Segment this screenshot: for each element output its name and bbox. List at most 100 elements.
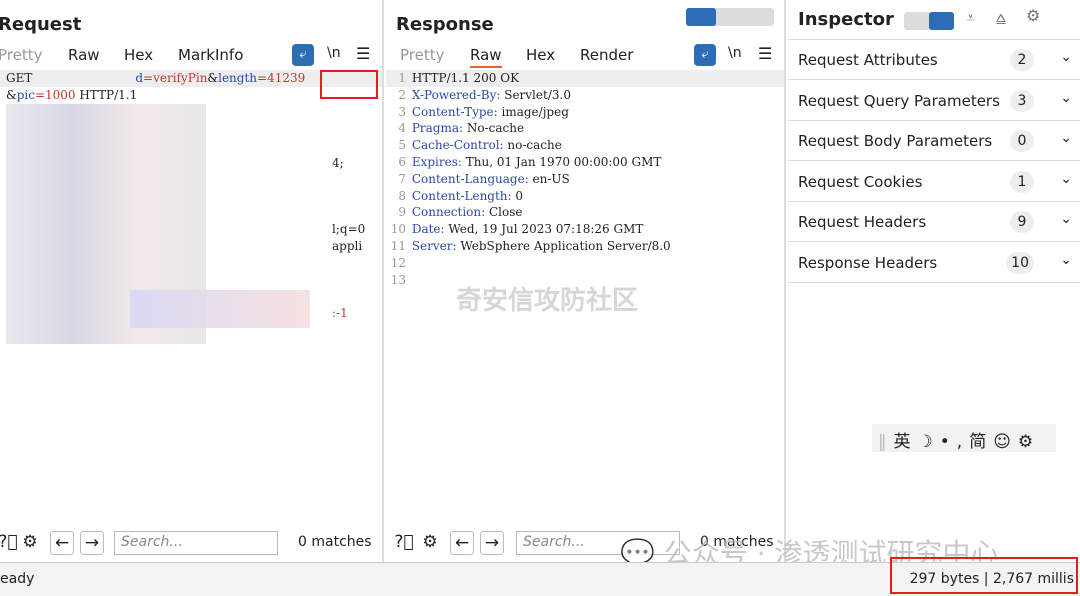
side-by-side-layout-icon[interactable] — [686, 8, 716, 26]
layout-toggle[interactable] — [686, 8, 774, 26]
response-line: 1 HTTP/1.1 200 OK — [386, 70, 784, 87]
ime-settings-icon[interactable]: ⚙ — [1018, 432, 1040, 452]
response-line: 8 Content-Length: 0 — [386, 188, 784, 205]
header-value: image/jpeg — [497, 104, 569, 119]
inspector-layout-toggle[interactable] — [904, 12, 954, 30]
search-input[interactable]: Search... — [114, 531, 278, 555]
menu-icon[interactable]: ☰ — [356, 44, 370, 63]
request-token: HTTP/1.1 — [75, 87, 138, 102]
tab-raw[interactable]: Raw — [68, 46, 100, 64]
show-newlines-button[interactable]: \n — [728, 45, 742, 61]
header-name: Date: — [411, 222, 445, 237]
inspector-title: Inspector — [798, 9, 894, 30]
request-token: =1000 — [34, 87, 76, 102]
request-token: length — [218, 71, 258, 85]
previous-button[interactable]: ← — [450, 531, 474, 555]
show-newlines-button[interactable]: \n — [327, 45, 341, 61]
tab-render[interactable]: Render — [580, 46, 633, 64]
response-line: 9 Connection: Close — [386, 204, 784, 221]
line-number: 7 — [398, 171, 406, 186]
inspector-panel: Inspector ⩡ ⩠ ⚙ Request Attributes 2 ⌄ Requ… — [788, 0, 1080, 562]
tab-hex[interactable]: Hex — [526, 46, 555, 64]
inspector-section[interactable]: Response Headers 10 ⌄ — [788, 243, 1080, 283]
request-panel: Request Pretty Raw Hex MarkInfo ⤶ \n ☰ G… — [0, 0, 384, 562]
moon-icon[interactable]: ☽ — [918, 432, 940, 452]
match-count: 0 matches — [298, 534, 372, 550]
section-label: Request Query Parameters — [798, 91, 1000, 110]
header-value: no-cache — [503, 138, 562, 153]
ime-simplified-button[interactable]: 简 — [969, 432, 993, 452]
settings-icon[interactable]: ⚙ — [418, 531, 442, 555]
inspector-section[interactable]: Request Body Parameters 0 ⌄ — [788, 121, 1080, 161]
inspector-section[interactable]: Request Cookies 1 ⌄ — [788, 162, 1080, 202]
next-button[interactable]: → — [80, 531, 104, 555]
inspector-section[interactable]: Request Attributes 2 ⌄ — [788, 40, 1080, 80]
request-token: d — [135, 71, 144, 85]
header-name: Content-Length: — [411, 188, 512, 203]
request-search-bar: ?⃝ ⚙ ← → Search... 0 matches — [0, 528, 382, 558]
response-panel: Response Pretty Raw Hex Render ⤶ \n ☰ 1 … — [386, 0, 786, 562]
request-token: GET — [6, 71, 37, 85]
section-label: Request Headers — [798, 213, 927, 231]
help-icon[interactable]: ?⃝ — [0, 531, 20, 555]
settings-icon[interactable]: ⚙ — [18, 531, 42, 555]
section-count: 10 — [1006, 251, 1034, 274]
response-line: 5 Cache-Control: no-cache — [386, 137, 784, 154]
header-name: X-Powered-By: — [411, 87, 501, 102]
section-label: Request Cookies — [798, 172, 923, 191]
ime-language-button[interactable]: 英 — [894, 432, 918, 452]
emoji-icon[interactable]: ☺ — [993, 432, 1018, 452]
chevron-down-icon[interactable]: ⌄ — [1060, 49, 1072, 65]
tab-pretty[interactable]: Pretty — [400, 46, 445, 64]
settings-icon[interactable]: ⚙ — [1026, 6, 1040, 25]
redacted-content — [130, 290, 310, 328]
tab-markinfo[interactable]: MarkInfo — [178, 46, 243, 64]
request-editor[interactable]: GET d=verifyPin&length=41239 &pic=1000 H… — [0, 70, 382, 522]
inspector-section[interactable]: Request Query Parameters 3 ⌄ — [788, 81, 1080, 121]
response-line: 4 Pragma: No-cache — [386, 120, 784, 137]
response-line: 10 Date: Wed, 19 Jul 2023 07:18:26 GMT — [386, 221, 784, 238]
expand-icon[interactable]: ⩡ — [966, 8, 975, 28]
header-name: Cache-Control: — [411, 138, 504, 153]
chevron-down-icon[interactable]: ⌄ — [1060, 171, 1072, 187]
header-value: en-US — [528, 171, 570, 186]
header-value: WebSphere Application Server/8.0 — [456, 238, 671, 253]
inspector-section[interactable]: Request Headers 9 ⌄ — [788, 202, 1080, 242]
response-line: 3 Content-Type: image/jpeg — [386, 104, 784, 121]
menu-icon[interactable]: ☰ — [758, 44, 772, 63]
section-label: Request Body Parameters — [798, 132, 993, 150]
tab-pretty[interactable]: Pretty — [0, 46, 43, 64]
chevron-down-icon[interactable]: ⌄ — [1060, 211, 1072, 227]
previous-button[interactable]: ← — [50, 531, 74, 555]
section-count: 2 — [1010, 49, 1034, 71]
punctuation-icon[interactable]: •, — [940, 432, 969, 452]
line-number: 5 — [398, 138, 406, 153]
chevron-down-icon[interactable]: ⌄ — [1060, 252, 1072, 268]
chevron-down-icon[interactable]: ⌄ — [1060, 130, 1072, 146]
tab-raw[interactable]: Raw — [470, 46, 502, 68]
tab-hex[interactable]: Hex — [124, 46, 153, 64]
header-value: Close — [485, 205, 523, 220]
line-number: 2 — [398, 87, 406, 102]
line-number: 4 — [398, 121, 406, 136]
header-value: HTTP/1.1 200 OK — [411, 71, 520, 85]
response-line: 7 Content-Language: en-US — [386, 171, 784, 188]
collapse-icon[interactable]: ⩠ — [996, 8, 1006, 28]
request-token — [36, 71, 135, 85]
next-button[interactable]: → — [480, 531, 504, 555]
header-name: Connection: — [411, 205, 486, 220]
header-value: 0 — [511, 188, 524, 203]
chevron-down-icon[interactable]: ⌄ — [1060, 90, 1072, 106]
request-tabs: Pretty Raw Hex MarkInfo ⤶ \n ☰ — [0, 44, 382, 70]
line-number: 8 — [398, 188, 406, 203]
line-number: 9 — [398, 205, 406, 220]
help-icon[interactable]: ?⃝ — [392, 531, 416, 555]
header-name: Content-Type: — [411, 104, 498, 119]
wrap-lines-icon[interactable]: ⤶ — [292, 44, 314, 66]
layout-icon[interactable] — [929, 12, 954, 30]
request-fragment: l;q=0 — [332, 222, 366, 236]
wrap-lines-icon[interactable]: ⤶ — [694, 44, 716, 66]
section-label: Request Attributes — [798, 51, 938, 69]
ime-toolbar: ‖英☽•,简☺⚙ — [872, 424, 1056, 452]
request-token: & — [6, 87, 17, 102]
